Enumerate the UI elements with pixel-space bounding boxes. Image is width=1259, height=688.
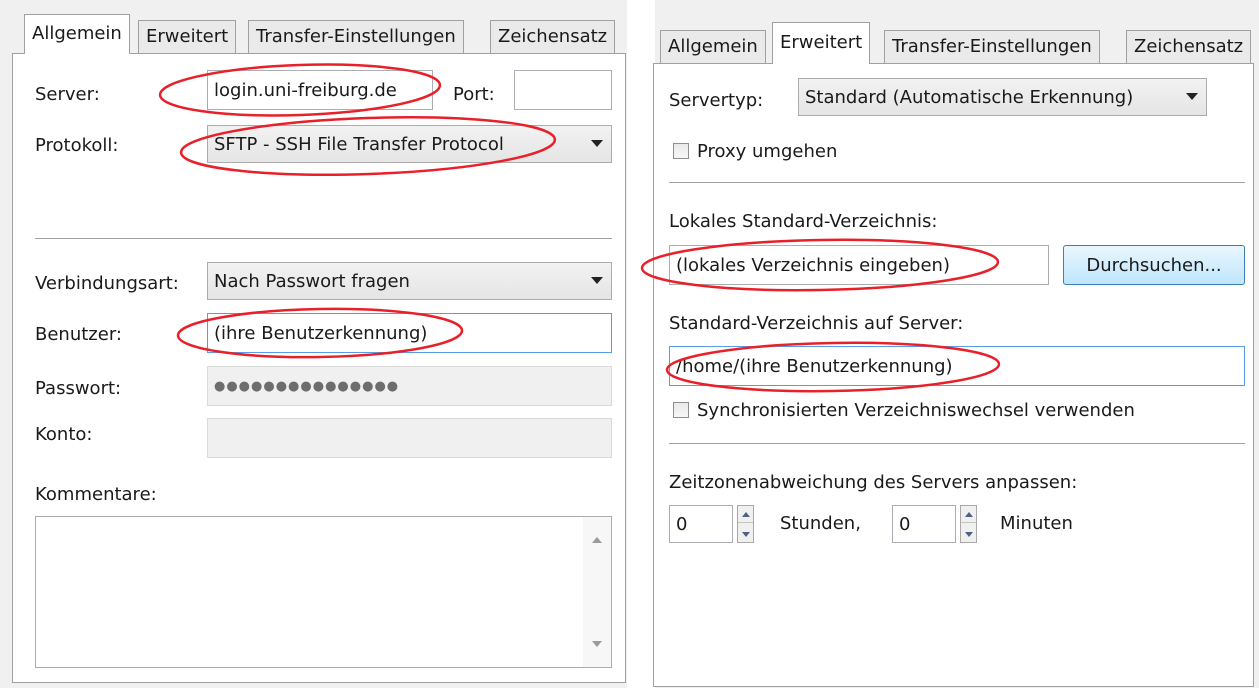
server-input[interactable]: login.uni-freiburg.de (207, 70, 433, 110)
minutes-input[interactable]: 0 (892, 505, 956, 543)
tab-erweitert-2[interactable]: Erweitert (772, 22, 871, 64)
tab-zeichensatz[interactable]: Zeichensatz (490, 20, 616, 54)
hours-spinner[interactable] (737, 505, 754, 543)
minutes-spinner[interactable] (960, 505, 977, 543)
protokoll-label: Protokoll: (35, 135, 119, 156)
sync-checkbox[interactable] (673, 402, 689, 418)
spin-up-icon[interactable] (738, 506, 753, 523)
minutes-value: 0 (899, 513, 911, 535)
sync-label: Synchronisierten Verzeichniswechsel verw… (697, 400, 1135, 421)
divider (669, 182, 1245, 183)
port-label: Port: (453, 84, 495, 105)
zeitzone-label: Zeitzonenabweichung des Servers anpassen… (669, 472, 1078, 493)
port-input[interactable] (514, 70, 612, 110)
verbindungsart-label: Verbindungsart: (35, 273, 179, 294)
minutes-label: Minuten (1000, 513, 1073, 534)
benutzer-value: (ihre Benutzerkennung) (214, 322, 428, 344)
konto-input[interactable] (207, 418, 612, 458)
server-dir-input[interactable]: /home/(ihre Benutzerkennung) (669, 346, 1245, 386)
hours-label: Stunden, (780, 513, 861, 534)
scroll-down-icon[interactable] (592, 641, 602, 647)
chevron-down-icon (591, 277, 603, 284)
durchsuchen-button[interactable]: Durchsuchen... (1063, 245, 1245, 285)
verbindungsart-select[interactable]: Nach Passwort fragen (207, 262, 612, 300)
benutzer-input[interactable]: (ihre Benutzerkennung) (207, 313, 612, 353)
kommentare-label: Kommentare: (35, 484, 157, 505)
scrollbar[interactable] (583, 517, 611, 667)
spin-up-icon[interactable] (961, 506, 976, 523)
verbindungsart-value: Nach Passwort fragen (214, 270, 410, 292)
lokales-label: Lokales Standard-Verzeichnis: (669, 211, 938, 232)
tab-allgemein[interactable]: Allgemein (24, 14, 130, 54)
passwort-value: ●●●●●●●●●●●●●●● (214, 378, 400, 394)
lokales-input[interactable]: (lokales Verzeichnis eingeben) (669, 245, 1049, 285)
divider (669, 443, 1245, 444)
hours-value: 0 (676, 513, 688, 535)
scroll-up-icon[interactable] (592, 537, 602, 543)
chevron-down-icon (591, 140, 603, 147)
spin-down-icon[interactable] (961, 526, 976, 542)
proxy-checkbox[interactable] (673, 143, 689, 159)
tab-transfer-einstellungen[interactable]: Transfer-Einstellungen (248, 20, 464, 54)
protokoll-select[interactable]: SFTP - SSH File Transfer Protocol (207, 125, 612, 163)
divider (35, 238, 612, 239)
tab-zeichensatz-2[interactable]: Zeichensatz (1126, 30, 1252, 64)
passwort-label: Passwort: (35, 378, 122, 399)
chevron-down-icon (1186, 93, 1198, 100)
server-label: Server: (35, 84, 100, 105)
proxy-label: Proxy umgehen (697, 141, 838, 162)
kommentare-textarea[interactable] (35, 516, 612, 668)
tab-transfer-einstellungen-2[interactable]: Transfer-Einstellungen (884, 30, 1100, 64)
passwort-input[interactable]: ●●●●●●●●●●●●●●● (207, 366, 612, 406)
panel-separator (627, 0, 655, 688)
servertyp-value: Standard (Automatische Erkennung) (805, 86, 1134, 108)
servertyp-select[interactable]: Standard (Automatische Erkennung) (798, 78, 1207, 116)
server-dir-value: /home/(ihre Benutzerkennung) (676, 355, 953, 377)
server-dir-label: Standard-Verzeichnis auf Server: (669, 313, 964, 334)
servertyp-label: Servertyp: (669, 90, 764, 111)
protokoll-value: SFTP - SSH File Transfer Protocol (214, 133, 504, 155)
hours-input[interactable]: 0 (669, 505, 733, 543)
lokales-value: (lokales Verzeichnis eingeben) (676, 254, 950, 276)
tab-allgemein-2[interactable]: Allgemein (660, 30, 766, 64)
server-value: login.uni-freiburg.de (214, 79, 397, 101)
benutzer-label: Benutzer: (35, 324, 122, 345)
spin-down-icon[interactable] (738, 526, 753, 542)
tab-erweitert[interactable]: Erweitert (138, 20, 237, 54)
konto-label: Konto: (35, 424, 93, 445)
